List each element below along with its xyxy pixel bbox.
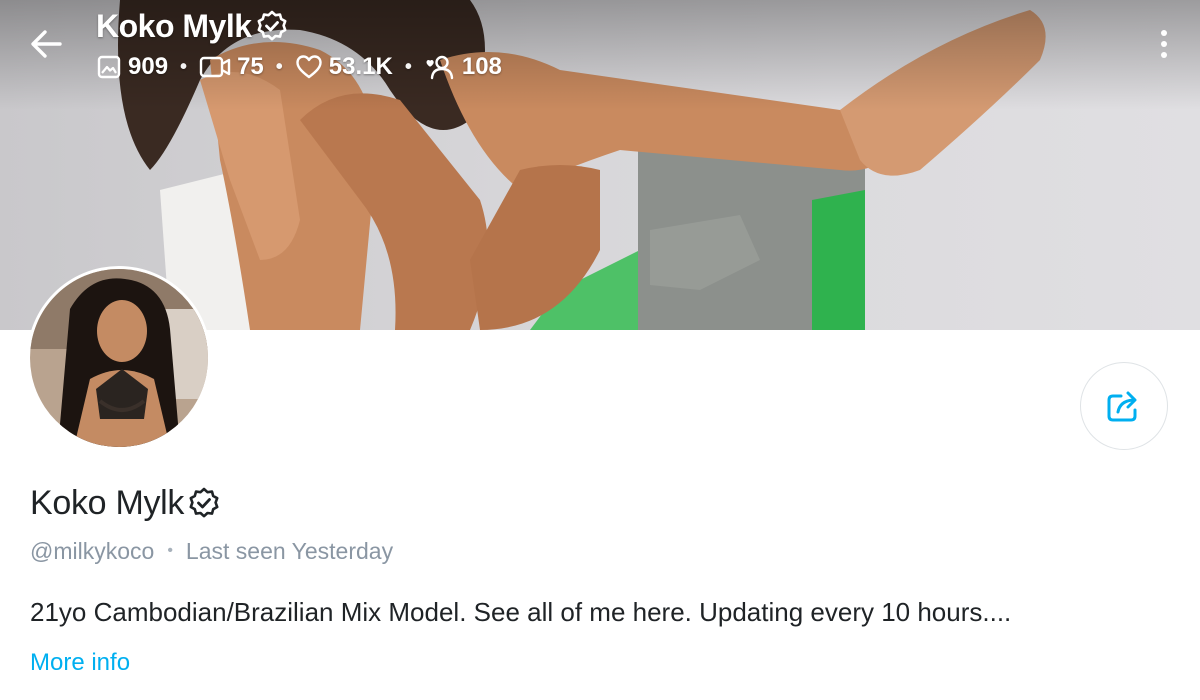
stat-videos: 75 [199, 52, 264, 82]
separator-dot: • [180, 56, 188, 78]
videos-count: 75 [237, 53, 264, 80]
profile-name: Koko Mylk [30, 481, 220, 525]
more-info-link[interactable]: More info [30, 647, 130, 679]
profile-meta: @milkykoco • Last seen Yesterday [30, 535, 393, 567]
separator-dot: • [275, 56, 283, 78]
more-vertical-icon-dot [1161, 52, 1167, 58]
fans-count: 108 [461, 53, 502, 80]
more-vertical-icon-dot [1161, 30, 1167, 36]
verified-badge-icon [257, 10, 287, 41]
back-button[interactable] [24, 24, 68, 64]
header-name-text: Koko Mylk [96, 8, 252, 44]
heart-icon [296, 55, 322, 79]
stat-likes: 53.1K [295, 52, 393, 82]
last-seen: Last seen Yesterday [185, 538, 394, 564]
more-vertical-icon-dot [1161, 41, 1167, 47]
share-icon [1107, 391, 1137, 422]
header-title: Koko Mylk [96, 6, 502, 46]
avatar[interactable] [27, 266, 211, 450]
verified-badge-icon [189, 487, 219, 518]
separator-dot: • [167, 542, 173, 559]
profile-handle: @milkykoco [30, 538, 155, 564]
video-camera-icon [199, 56, 231, 78]
stat-fans: 108 [424, 52, 502, 82]
arrow-left-icon [31, 30, 62, 58]
image-icon [97, 55, 121, 79]
profile-bio: 21yo Cambodian/Brazilian Mix Model. See … [30, 597, 1012, 627]
header-stats: 909 • 75 • 53.1K • 108 [96, 52, 502, 82]
more-options-button[interactable] [1152, 20, 1176, 68]
user-icon [426, 55, 454, 80]
likes-count: 53.1K [328, 53, 393, 80]
stat-photos: 909 [96, 52, 168, 82]
header-info: Koko Mylk 909 • 75 • 53.1K • 108 [96, 6, 502, 82]
separator-dot: • [404, 56, 412, 78]
photos-count: 909 [128, 53, 169, 80]
share-button[interactable] [1080, 362, 1168, 450]
profile-name-text: Koko Mylk [30, 484, 185, 522]
avatar-photo [30, 269, 208, 447]
avatar-image [30, 269, 208, 447]
